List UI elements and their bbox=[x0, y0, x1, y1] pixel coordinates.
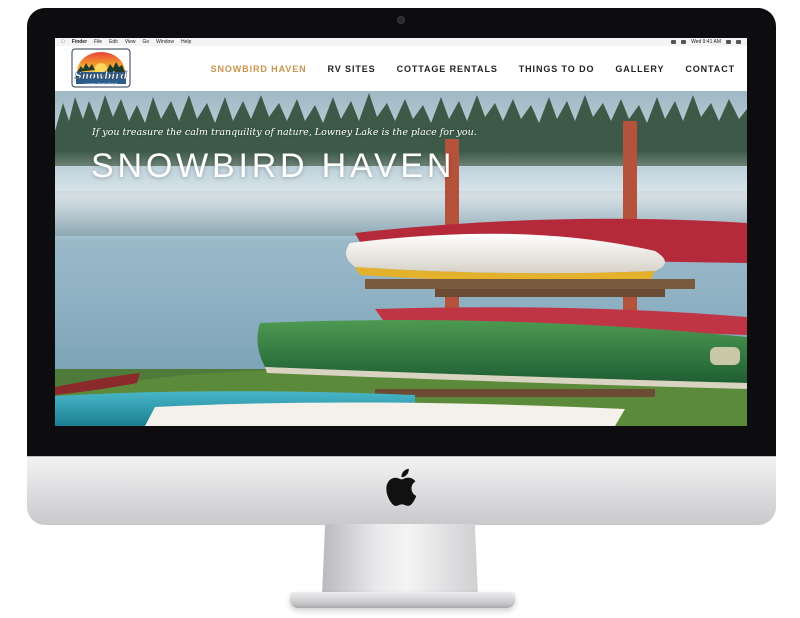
nav-rv-sites[interactable]: RV SITES bbox=[328, 64, 376, 74]
menu-finder[interactable]: Finder bbox=[72, 38, 87, 46]
logo-subtext: Lowney Marsh Resort bbox=[85, 82, 118, 86]
nav-gallery[interactable]: GALLERY bbox=[615, 64, 664, 74]
menubar-clock[interactable]: Wed 9:41 AM bbox=[691, 38, 721, 46]
hero-tagline: If you treasure the calm tranquility of … bbox=[92, 127, 477, 138]
menu-help[interactable]: Help bbox=[181, 38, 191, 46]
nav-things-to-do[interactable]: THINGS TO DO bbox=[519, 64, 595, 74]
menu-file[interactable]: File bbox=[94, 38, 102, 46]
menu-edit[interactable]: Edit bbox=[109, 38, 118, 46]
camera-icon bbox=[397, 16, 405, 24]
nav-cottage-rentals[interactable]: COTTAGE RENTALS bbox=[397, 64, 498, 74]
site-header: Snowbird Lowney Marsh Resort SNOWBIRD HA… bbox=[55, 46, 747, 91]
battery-icon[interactable] bbox=[681, 40, 687, 44]
nav-contact[interactable]: CONTACT bbox=[685, 64, 735, 74]
apple-logo-icon bbox=[386, 468, 417, 506]
menu-go[interactable]: Go bbox=[142, 38, 149, 46]
main-nav: SNOWBIRD HAVEN RV SITES COTTAGE RENTALS … bbox=[211, 46, 735, 91]
hero-banner: If you treasure the calm tranquility of … bbox=[55, 91, 747, 426]
menu-view[interactable]: View bbox=[125, 38, 136, 46]
screen:  Finder File Edit View Go Window Help W… bbox=[55, 38, 747, 426]
hero-title: SNOWBIRD HAVEN bbox=[91, 147, 456, 185]
apple-menu-icon[interactable]:  bbox=[61, 38, 65, 46]
imac-stand bbox=[322, 524, 478, 596]
nav-snowbird-haven[interactable]: SNOWBIRD HAVEN bbox=[211, 64, 307, 74]
imac-stand-foot bbox=[290, 592, 515, 608]
menu-window[interactable]: Window bbox=[156, 38, 174, 46]
wifi-icon[interactable] bbox=[671, 40, 677, 44]
spotlight-icon[interactable] bbox=[726, 40, 731, 44]
logo-text: Snowbird bbox=[75, 71, 128, 82]
hero-lake-canoes-image bbox=[55, 91, 747, 426]
snowbird-logo[interactable]: Snowbird Lowney Marsh Resort bbox=[71, 48, 131, 88]
notification-center-icon[interactable] bbox=[736, 40, 741, 44]
